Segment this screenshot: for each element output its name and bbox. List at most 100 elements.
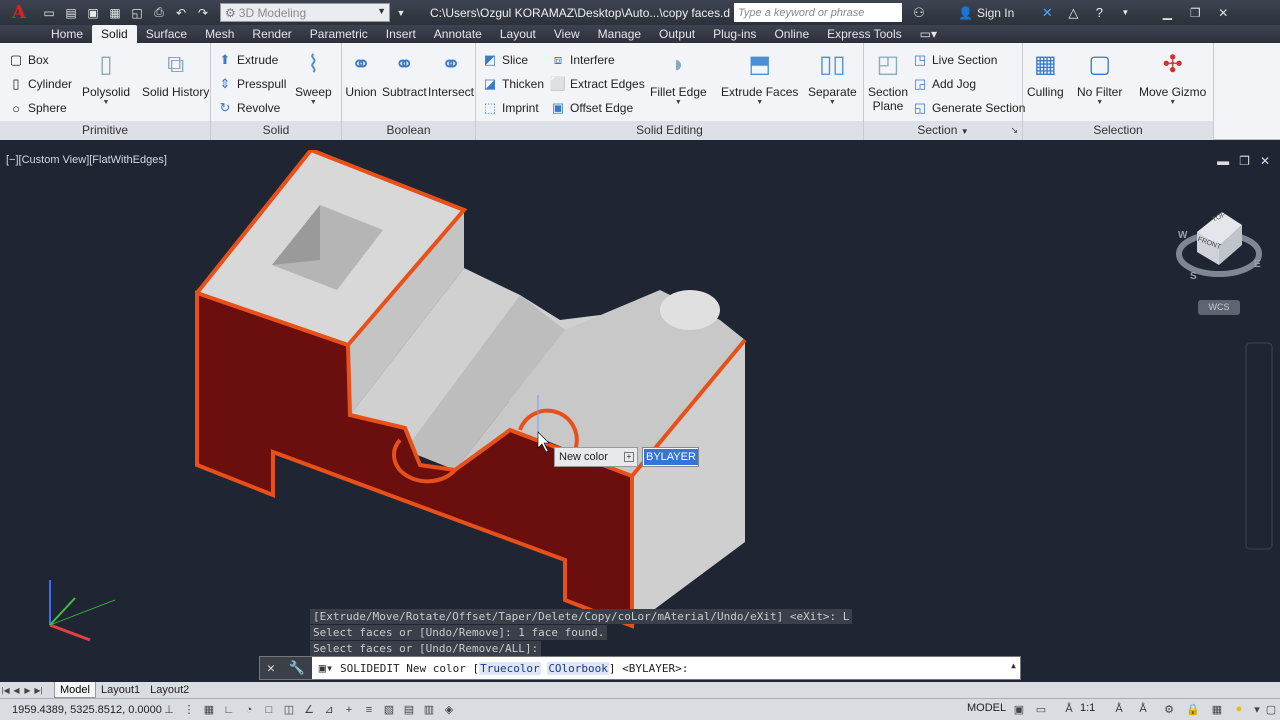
annotation-scale-value[interactable]: 1:1 — [1080, 702, 1095, 714]
generate-section-button[interactable]: ◱ Generate Section — [912, 98, 1026, 118]
object-snap-tracking-icon[interactable]: ∠ — [300, 702, 318, 718]
close-icon[interactable]: ✕ — [267, 661, 275, 676]
quick-view-layouts-icon[interactable]: ▣ — [1010, 701, 1028, 717]
annotation-visibility-icon[interactable]: Å — [1110, 701, 1128, 717]
tab-express-tools[interactable]: Express Tools — [818, 25, 910, 43]
quick-properties-icon[interactable]: ▤ — [400, 702, 418, 718]
wcs-menu[interactable]: WCS — [1198, 300, 1240, 315]
tab-home[interactable]: Home — [42, 25, 92, 43]
tab-view[interactable]: View — [545, 25, 589, 43]
interfere-button[interactable]: ⧈ Interfere — [550, 50, 615, 70]
next-layout-icon[interactable]: ▶ — [22, 686, 33, 695]
sign-in-button[interactable]: 👤 Sign In — [958, 6, 1014, 20]
workspace-switching-icon[interactable]: ⚙ — [1160, 701, 1178, 717]
extrude-button[interactable]: ⬆ Extrude — [217, 50, 279, 70]
triangle-a360-icon[interactable]: △ — [1064, 5, 1082, 21]
tab-layout[interactable]: Layout — [491, 25, 545, 43]
culling-button[interactable]: ▦ Culling — [1027, 49, 1064, 100]
colorbook-option[interactable]: COlorbook — [547, 661, 609, 675]
tab-surface[interactable]: Surface — [137, 25, 196, 43]
sphere-button[interactable]: ○ Sphere — [8, 98, 67, 118]
polar-tracking-icon[interactable]: ◔ — [240, 702, 258, 718]
polysolid-button[interactable]: ▯ Polysolid ▼ — [82, 49, 130, 107]
add-jog-button[interactable]: ◲ Add Jog — [912, 74, 976, 94]
annotation-scale-icon[interactable]: Å — [1060, 701, 1078, 717]
move-gizmo-button[interactable]: ✣ Move Gizmo ▼ — [1139, 49, 1206, 107]
separate-button[interactable]: ▯▯ Separate ▼ — [808, 49, 857, 107]
exchange-icon[interactable]: ✕ — [1038, 5, 1056, 21]
tab-manage[interactable]: Manage — [589, 25, 650, 43]
extract-edges-button[interactable]: ⬜ Extract Edges — [550, 74, 645, 94]
model-space-button[interactable]: MODEL — [967, 702, 1006, 714]
tab-insert[interactable]: Insert — [377, 25, 425, 43]
annotation-monitor-icon[interactable]: ◈ — [440, 702, 458, 718]
3d-object-snap-icon[interactable]: ◫ — [280, 702, 298, 718]
lock-ui-icon[interactable]: 🔒 — [1184, 701, 1202, 717]
thicken-button[interactable]: ◪ Thicken — [482, 74, 544, 94]
tab-online[interactable]: Online — [765, 25, 818, 43]
redo-icon[interactable]: ↷ — [194, 4, 212, 22]
fillet-edge-button[interactable]: ◗ Fillet Edge ▼ — [650, 49, 707, 107]
tab-plug-ins[interactable]: Plug-ins — [704, 25, 765, 43]
box-button[interactable]: ▢ Box — [8, 50, 49, 70]
ortho-mode-icon[interactable]: ∟ — [220, 702, 238, 718]
drawing-viewport[interactable]: [−][Custom View][FlatWithEdges] ▬ ❐ ✕ TO… — [0, 150, 1280, 682]
save-as-icon[interactable]: ▦ — [106, 4, 124, 22]
transparency-icon[interactable]: ▧ — [380, 702, 398, 718]
new-icon[interactable]: ▭ — [40, 4, 58, 22]
print-icon[interactable]: ⎙ — [150, 4, 168, 22]
truecolor-option[interactable]: Truecolor — [479, 661, 541, 675]
dynamic-input-field[interactable]: BYLAYER — [642, 447, 699, 467]
quick-view-drawings-icon[interactable]: ▭ — [1032, 701, 1050, 717]
live-section-button[interactable]: ◳ Live Section — [912, 50, 998, 70]
open-icon[interactable]: ▤ — [62, 4, 80, 22]
auto-scale-icon[interactable]: Å — [1134, 701, 1152, 717]
cloud-icon[interactable]: ◱ — [128, 4, 146, 22]
navigation-bar[interactable] — [1245, 342, 1273, 550]
quick-access-customize-icon[interactable]: ▼ — [392, 4, 410, 22]
tab-render[interactable]: Render — [243, 25, 300, 43]
layout-tab-layout2[interactable]: Layout2 — [145, 682, 194, 698]
offset-edge-button[interactable]: ▣ Offset Edge — [550, 98, 633, 118]
binoculars-icon[interactable]: ⚇ — [910, 5, 928, 21]
section-panel-title[interactable]: Section ▼ ↘ — [864, 121, 1022, 140]
prev-layout-icon[interactable]: ◀ — [11, 686, 22, 695]
presspull-button[interactable]: ⇕ Presspull — [217, 74, 287, 94]
no-filter-button[interactable]: ▢ No Filter ▼ — [1077, 49, 1122, 107]
last-layout-icon[interactable]: ▶| — [33, 686, 44, 695]
expand-icon[interactable]: + — [624, 452, 634, 462]
imprint-button[interactable]: ⬚ Imprint — [482, 98, 539, 118]
workspace-dropdown[interactable]: ⚙ 3D Modeling ▼ — [220, 3, 390, 22]
revolve-button[interactable]: ↻ Revolve — [217, 98, 281, 118]
tab-mesh[interactable]: Mesh — [196, 25, 243, 43]
slice-button[interactable]: ◩ Slice — [482, 50, 528, 70]
solid-history-button[interactable]: ⧉ Solid History — [142, 49, 209, 100]
dialog-launcher-icon[interactable]: ↘ — [1010, 121, 1018, 140]
selection-cycling-icon[interactable]: ▥ — [420, 702, 438, 718]
help-icon[interactable]: ? — [1090, 5, 1108, 20]
cylinder-button[interactable]: ▯ Cylinder — [8, 74, 72, 94]
snap-mode-icon[interactable]: ⋮ — [180, 702, 198, 718]
isolate-objects-icon[interactable]: ● — [1230, 701, 1248, 717]
tab-parametric[interactable]: Parametric — [301, 25, 377, 43]
extrude-faces-button[interactable]: ⬒ Extrude Faces ▼ — [721, 49, 798, 107]
subtract-button[interactable]: ⚭ Subtract — [382, 49, 427, 100]
dynamic-ucs-icon[interactable]: ⊿ — [320, 702, 338, 718]
tab-annotate[interactable]: Annotate — [425, 25, 491, 43]
restore-button[interactable]: ❐ — [1182, 4, 1208, 22]
layout-tab-layout1[interactable]: Layout1 — [96, 682, 145, 698]
recent-commands-icon[interactable]: ▣▾ — [312, 661, 340, 675]
command-line[interactable]: ✕ 🔧 ▣▾ SOLIDEDIT New color [Truecolor CO… — [259, 656, 1021, 680]
infer-constraints-icon[interactable]: ⊥ — [160, 702, 178, 718]
tab-solid[interactable]: Solid — [92, 25, 137, 43]
first-layout-icon[interactable]: |◀ — [0, 686, 11, 695]
help-menu-chevron-icon[interactable]: ▼ — [1116, 8, 1134, 17]
search-input[interactable]: Type a keyword or phrase — [734, 3, 902, 22]
union-button[interactable]: ⚭ Union — [345, 49, 377, 100]
coordinates-readout[interactable]: 1959.4389, 5325.8512, 0.0000 — [0, 704, 162, 716]
history-expand-icon[interactable]: ▲ — [1011, 661, 1016, 670]
section-plane-button[interactable]: ◰ Section Plane — [868, 49, 908, 114]
ribbon-minimize-icon[interactable]: ▭▾ — [911, 25, 946, 43]
dynamic-input-icon[interactable]: + — [340, 702, 358, 718]
sweep-button[interactable]: ⌇ Sweep ▼ — [295, 49, 332, 107]
